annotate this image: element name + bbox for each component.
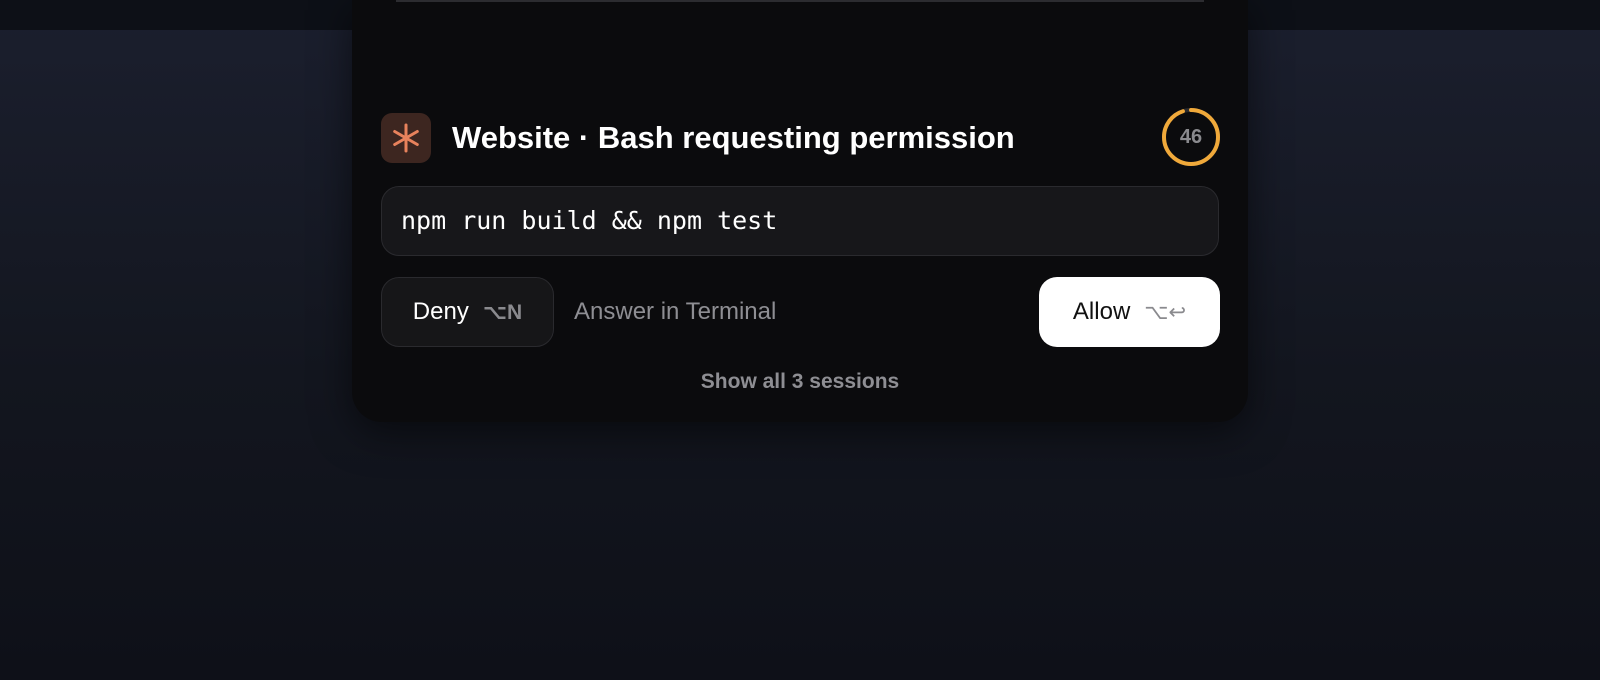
asterisk-icon bbox=[393, 123, 419, 153]
panel-top-divider bbox=[396, 0, 1204, 2]
allow-button[interactable]: Allow ⌥↩ bbox=[1039, 277, 1220, 347]
answer-in-terminal-link[interactable]: Answer in Terminal bbox=[574, 277, 776, 347]
countdown-seconds: 46 bbox=[1179, 126, 1203, 148]
show-all-sessions-link[interactable]: Show all 3 sessions bbox=[352, 366, 1248, 398]
allow-label: Allow bbox=[1072, 298, 1131, 325]
deny-label: Deny bbox=[412, 298, 469, 325]
countdown-timer: 46 bbox=[1161, 107, 1221, 167]
deny-shortcut: ⌥N bbox=[482, 300, 523, 324]
permission-notification-panel: Website · Bash requesting permission 46 … bbox=[352, 0, 1248, 422]
command-display: npm run build && npm test bbox=[381, 186, 1219, 256]
app-icon-badge bbox=[381, 113, 431, 163]
deny-button[interactable]: Deny ⌥N bbox=[381, 277, 554, 347]
notification-title: Website · Bash requesting permission bbox=[452, 120, 1015, 155]
allow-shortcut: ⌥↩ bbox=[1144, 300, 1187, 324]
